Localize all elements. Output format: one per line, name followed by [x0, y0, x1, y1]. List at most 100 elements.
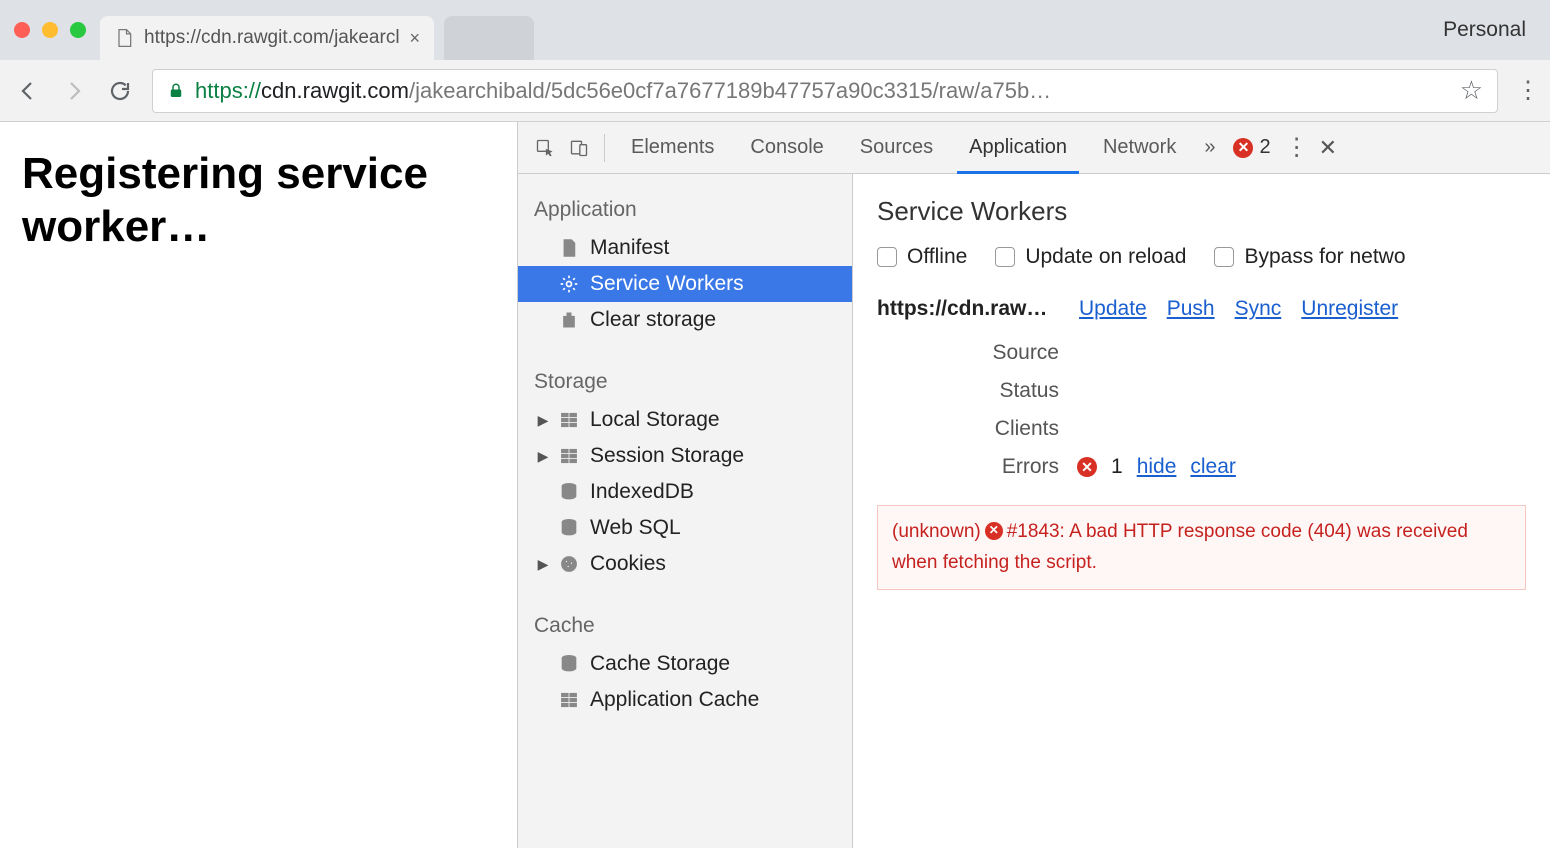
error-icon: ✕ — [1233, 138, 1253, 158]
sidebar-item-label: Web SQL — [590, 516, 681, 540]
error-count: 2 — [1259, 136, 1270, 159]
window-titlebar: https://cdn.rawgit.com/jakearcl × Person… — [0, 0, 1550, 60]
service-workers-panel: Service Workers Offline Update on reload… — [853, 174, 1550, 848]
update-link[interactable]: Update — [1079, 297, 1147, 321]
maximize-window-button[interactable] — [70, 22, 86, 38]
source-label: Source — [877, 341, 1077, 365]
clear-errors-link[interactable]: clear — [1190, 455, 1236, 479]
tab-sources[interactable]: Sources — [844, 122, 949, 174]
browser-tabs: https://cdn.rawgit.com/jakearcl × — [100, 0, 534, 60]
minimize-window-button[interactable] — [42, 22, 58, 38]
error-count-badge[interactable]: ✕ 2 — [1233, 136, 1270, 159]
devtools-tabbar: Elements Console Sources Application Net… — [518, 122, 1550, 174]
browser-menu-button[interactable]: ⋮ — [1516, 87, 1536, 95]
sidebar-item-cookies[interactable]: ▶ Cookies — [518, 546, 852, 582]
sidebar-item-manifest[interactable]: Manifest — [518, 230, 852, 266]
bookmark-star-icon[interactable]: ☆ — [1460, 75, 1483, 106]
application-sidebar: Application Manifest Service Workers — [518, 174, 853, 848]
clients-label: Clients — [877, 417, 1077, 441]
hide-errors-link[interactable]: hide — [1137, 455, 1177, 479]
panel-title: Service Workers — [877, 196, 1526, 227]
sidebar-item-label: IndexedDB — [590, 480, 694, 504]
url-scheme: https:// — [195, 78, 261, 103]
update-on-reload-checkbox[interactable]: Update on reload — [995, 245, 1186, 269]
action-links: Update Push Sync Unregister — [1079, 297, 1398, 321]
options-row: Offline Update on reload Bypass for netw… — [877, 245, 1526, 269]
sidebar-item-application-cache[interactable]: Application Cache — [518, 682, 852, 718]
error-icon: ✕ — [1077, 457, 1097, 477]
database-icon — [558, 517, 580, 539]
browser-toolbar: https://cdn.rawgit.com/jakearchibald/5dc… — [0, 60, 1550, 122]
error-icon: ✕ — [985, 522, 1003, 540]
browser-tab-active[interactable]: https://cdn.rawgit.com/jakearcl × — [100, 16, 434, 60]
profile-label[interactable]: Personal — [1443, 18, 1526, 42]
caret-right-icon: ▶ — [538, 556, 548, 573]
source-value — [1077, 341, 1526, 365]
status-label: Status — [877, 379, 1077, 403]
details-grid: Source Status Clients Errors ✕ 1 hide cl… — [877, 341, 1526, 479]
url-text: https://cdn.rawgit.com/jakearchibald/5dc… — [195, 78, 1051, 104]
sidebar-item-session-storage[interactable]: ▶ Session Storage — [518, 438, 852, 474]
sidebar-item-label: Local Storage — [590, 408, 720, 432]
sidebar-item-service-workers[interactable]: Service Workers — [518, 266, 852, 302]
reload-button[interactable] — [106, 77, 134, 105]
errors-value: ✕ 1 hide clear — [1077, 455, 1526, 479]
page-heading: Registering service worker… — [22, 148, 495, 254]
tab-network[interactable]: Network — [1087, 122, 1192, 174]
sidebar-heading-storage: Storage — [518, 364, 852, 402]
page-viewport: Registering service worker… — [0, 122, 517, 848]
sidebar-item-clear-storage[interactable]: Clear storage — [518, 302, 852, 338]
sidebar-item-cache-storage[interactable]: Cache Storage — [518, 646, 852, 682]
close-window-button[interactable] — [14, 22, 30, 38]
sync-link[interactable]: Sync — [1235, 297, 1282, 321]
sidebar-item-label: Manifest — [590, 236, 669, 260]
sidebar-item-label: Cache Storage — [590, 652, 730, 676]
tab-console[interactable]: Console — [734, 122, 839, 174]
traffic-lights — [14, 22, 86, 38]
sidebar-heading-cache: Cache — [518, 608, 852, 646]
devtools-close-button[interactable]: ✕ — [1319, 135, 1337, 161]
grid-icon — [558, 409, 580, 431]
sidebar-item-label: Cookies — [590, 552, 666, 576]
more-tabs-button[interactable]: » — [1196, 136, 1223, 159]
status-value — [1077, 379, 1526, 403]
grid-icon — [558, 445, 580, 467]
url-host: cdn.rawgit.com — [261, 78, 409, 103]
caret-right-icon: ▶ — [538, 412, 548, 429]
file-icon — [558, 237, 580, 259]
devtools-body: Application Manifest Service Workers — [518, 174, 1550, 848]
tab-application[interactable]: Application — [953, 122, 1083, 174]
caret-right-icon: ▶ — [538, 448, 548, 465]
offline-checkbox[interactable]: Offline — [877, 245, 967, 269]
origin-label: https://cdn.rawg… — [877, 297, 1057, 321]
origin-row: https://cdn.rawg… Update Push Sync Unreg… — [877, 297, 1526, 321]
inspect-element-button[interactable] — [530, 133, 560, 163]
lock-icon — [167, 82, 185, 100]
unregister-link[interactable]: Unregister — [1301, 297, 1398, 321]
tab-elements[interactable]: Elements — [615, 122, 730, 174]
browser-tab-inactive[interactable] — [444, 16, 534, 60]
forward-button[interactable] — [60, 77, 88, 105]
gear-icon — [558, 273, 580, 295]
sidebar-item-label: Service Workers — [590, 272, 744, 296]
close-tab-button[interactable]: × — [410, 28, 421, 49]
grid-icon — [558, 689, 580, 711]
bypass-for-network-checkbox[interactable]: Bypass for netwo — [1214, 245, 1405, 269]
sidebar-item-indexeddb[interactable]: IndexedDB — [518, 474, 852, 510]
sidebar-heading-application: Application — [518, 192, 852, 230]
push-link[interactable]: Push — [1167, 297, 1215, 321]
cookie-icon — [558, 553, 580, 575]
sidebar-item-label: Clear storage — [590, 308, 716, 332]
address-bar[interactable]: https://cdn.rawgit.com/jakearchibald/5dc… — [152, 69, 1498, 113]
database-icon — [558, 653, 580, 675]
sidebar-item-web-sql[interactable]: Web SQL — [518, 510, 852, 546]
content-area: Registering service worker… Elements Con… — [0, 122, 1550, 848]
devtools-menu-button[interactable]: ⋮ — [1285, 144, 1305, 152]
errors-count: 1 — [1111, 455, 1123, 479]
url-path: /jakearchibald/5dc56e0cf7a7677189b47757a… — [409, 78, 1051, 103]
errors-label: Errors — [877, 455, 1077, 479]
sidebar-item-local-storage[interactable]: ▶ Local Storage — [518, 402, 852, 438]
back-button[interactable] — [14, 77, 42, 105]
device-toolbar-button[interactable] — [564, 133, 594, 163]
divider — [604, 134, 605, 162]
